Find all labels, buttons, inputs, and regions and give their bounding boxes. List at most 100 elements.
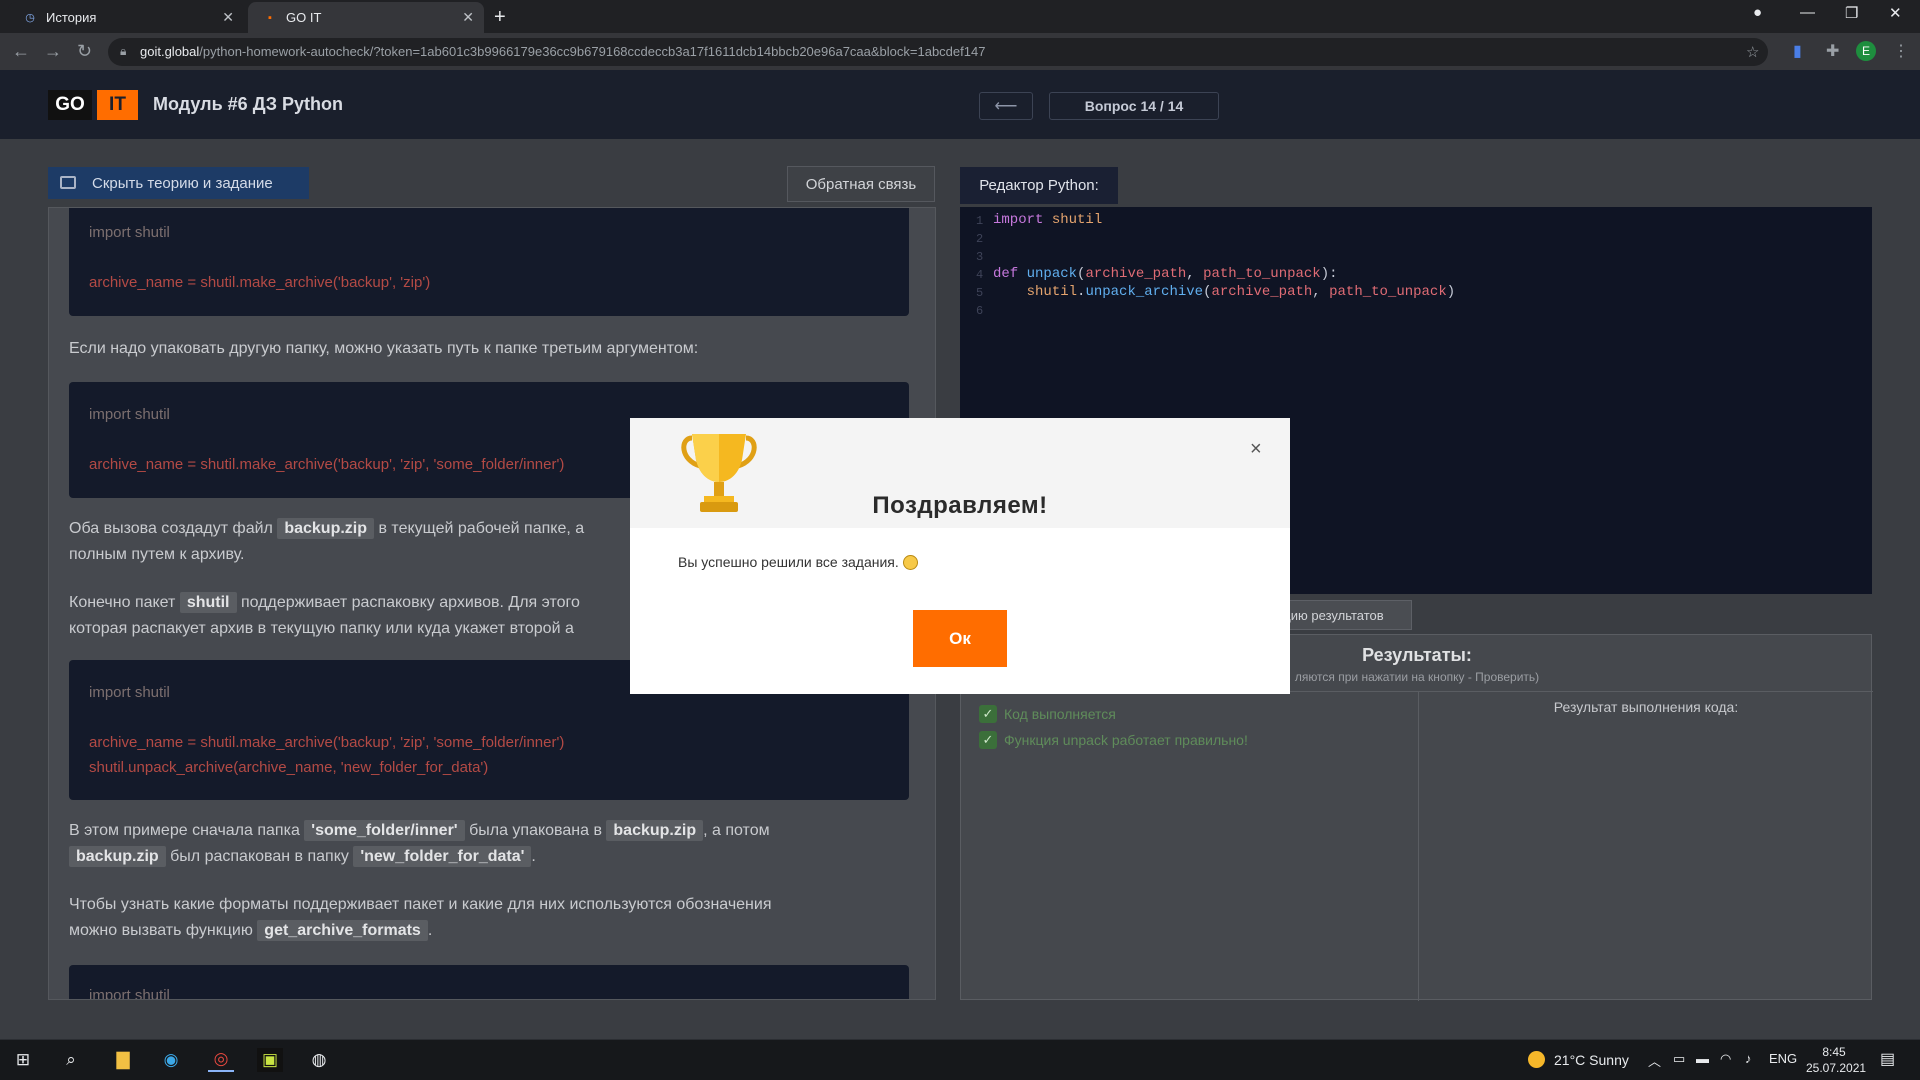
language-indicator[interactable]: ENG (1769, 1051, 1797, 1066)
address-bar[interactable]: 🔒︎ goit.global/python-homework-autocheck… (108, 38, 1768, 66)
feedback-button[interactable]: Обратная связь (787, 166, 935, 202)
close-icon[interactable]: × (1250, 438, 1262, 461)
logo-go[interactable]: GO (48, 90, 92, 120)
param: archive_path (1211, 284, 1313, 300)
code-line: import shutil (89, 406, 170, 423)
app-header: GO IT Модуль #6 ДЗ Python ⟵ Вопрос 14 / … (0, 70, 1920, 139)
back-arrow-icon[interactable]: ← (12, 41, 30, 62)
close-tab-icon[interactable]: ✕ (222, 9, 234, 26)
text: был распакован в папку (170, 848, 349, 865)
inline-code: backup.zip (69, 846, 166, 867)
kebab-menu-icon[interactable]: ⋮ (1893, 41, 1909, 61)
message-text: Вы успешно решили все задания. (678, 554, 899, 570)
line-number: 5 (976, 286, 984, 300)
goit-favicon-icon: ▪ (268, 11, 272, 24)
module-name: shutil (1026, 284, 1078, 300)
text: поддерживает распаковку архивов. Для это… (240, 594, 580, 611)
logo-it[interactable]: IT (97, 90, 138, 120)
sun-icon (1528, 1051, 1545, 1068)
tab-history[interactable]: ◷ История ✕ (8, 2, 244, 33)
code-line: import shutil (89, 224, 170, 241)
hide-theory-button[interactable]: Скрыть теорию и задание (48, 167, 309, 199)
clock-date: 25.07.2021 (1806, 1061, 1867, 1075)
modal-title: Поздравляем! (872, 492, 1048, 519)
theory-paragraph: Если надо упаковать другую папку, можно … (69, 340, 699, 357)
pycharm-icon[interactable]: ▣ (257, 1048, 283, 1072)
check-item: ✓ Функция unpack работает правильно! (979, 731, 1248, 749)
volume-icon[interactable]: ♪ (1745, 1051, 1752, 1066)
text: была упакована в (469, 822, 602, 839)
code-block: import shutil archive_name = shutil.make… (69, 208, 909, 316)
modal-message: Вы успешно решили все задания. (678, 554, 918, 570)
close-tab-icon[interactable]: ✕ (462, 9, 474, 26)
check-label: Функция unpack работает правильно! (1004, 732, 1248, 748)
weather-widget[interactable]: 21°C Sunny (1528, 1051, 1629, 1068)
profile-icon[interactable]: ● (1753, 4, 1762, 21)
smiley-icon (902, 555, 918, 570)
file-explorer-icon[interactable]: ▇ (110, 1048, 136, 1072)
code-line: import shutil (89, 987, 170, 1000)
param: path_to_unpack (1329, 284, 1447, 300)
search-icon[interactable]: ⌕ (58, 1048, 84, 1072)
keyword: import (993, 212, 1044, 228)
extension-icon[interactable]: ▮ (1793, 41, 1802, 61)
new-tab-icon[interactable]: + (494, 6, 506, 29)
windows-start-icon[interactable]: ⊞ (10, 1048, 36, 1072)
punct: , (1186, 266, 1204, 282)
module-name: shutil (1051, 212, 1103, 228)
code-line: import shutil (993, 212, 1102, 228)
function-name: unpack (1026, 266, 1078, 282)
chrome-icon[interactable]: ◎ (208, 1048, 234, 1072)
text: можно вызвать функцию (69, 922, 253, 939)
url-text: goit.global/python-homework-autocheck/?t… (140, 44, 985, 59)
text: полным путем к архиву. (69, 546, 245, 563)
tab-goit[interactable]: ▪ GO IT ✕ (248, 2, 484, 33)
divider (1418, 691, 1419, 1001)
line-number: 4 (976, 268, 984, 282)
reload-icon[interactable]: ↻ (77, 41, 92, 62)
edge-icon[interactable]: ◉ (158, 1048, 184, 1072)
inline-code: shutil (179, 592, 237, 613)
long-left-arrow-icon: ⟵ (994, 98, 1018, 115)
ok-button[interactable]: Ок (913, 610, 1007, 667)
puzzle-extensions-icon[interactable]: ✚ (1826, 41, 1839, 61)
line-number: 1 (976, 214, 984, 228)
clock[interactable]: 8:45 25.07.2021 (1806, 1044, 1867, 1076)
param: path_to_unpack (1203, 266, 1321, 282)
code-line: shutil.unpack_archive(archive_path, path… (993, 284, 1456, 300)
text: Оба вызова создадут файл (69, 520, 273, 537)
punct: , (1312, 284, 1330, 300)
battery-icon[interactable]: ▬ (1696, 1051, 1709, 1066)
lock-icon: 🔒︎ (120, 44, 127, 58)
text: в текущей рабочей папке, а (378, 520, 585, 537)
text: . (427, 922, 433, 939)
url-domain: goit.global (140, 44, 200, 59)
clock-time: 8:45 (1822, 1045, 1846, 1059)
tray-chevron-icon[interactable]: ︿ (1648, 1051, 1661, 1070)
minimize-icon[interactable]: — (1800, 4, 1815, 21)
code-line: archive_name = shutil.make_archive('back… (89, 456, 565, 473)
checkmark-icon: ✓ (979, 731, 997, 749)
checkmark-icon: ✓ (979, 705, 997, 723)
forward-arrow-icon[interactable]: → (44, 41, 62, 62)
globe-app-icon[interactable]: ◍ (306, 1048, 332, 1072)
inline-code: backup.zip (606, 820, 704, 841)
code-line: def unpack(archive_path, path_to_unpack)… (993, 266, 1338, 282)
punct: ) (1446, 284, 1456, 300)
meet-icon[interactable]: ▭ (1673, 1051, 1685, 1067)
url-path: /python-homework-autocheck/?token=1ab601… (199, 44, 986, 59)
close-window-icon[interactable]: ✕ (1889, 4, 1902, 22)
bookmark-star-icon[interactable]: ☆ (1746, 43, 1759, 61)
wifi-icon[interactable]: ◠ (1720, 1051, 1731, 1067)
inline-code: 'some_folder/inner' (304, 820, 465, 841)
theory-paragraph: В этом примере сначала папка 'some_folde… (69, 818, 914, 870)
code-line: import shutil (89, 684, 170, 701)
code-block: import shutil (69, 965, 909, 1000)
avatar[interactable]: E (1856, 41, 1876, 61)
code-line: archive_name = shutil.make_archive('back… (89, 274, 431, 291)
restore-icon[interactable]: ❐ (1845, 4, 1858, 22)
previous-question-button[interactable]: ⟵ (979, 92, 1033, 120)
function-name: unpack_archive (1085, 284, 1204, 300)
editor-tab[interactable]: Редактор Python: (960, 167, 1118, 204)
notifications-icon[interactable]: ▤ (1880, 1049, 1895, 1069)
